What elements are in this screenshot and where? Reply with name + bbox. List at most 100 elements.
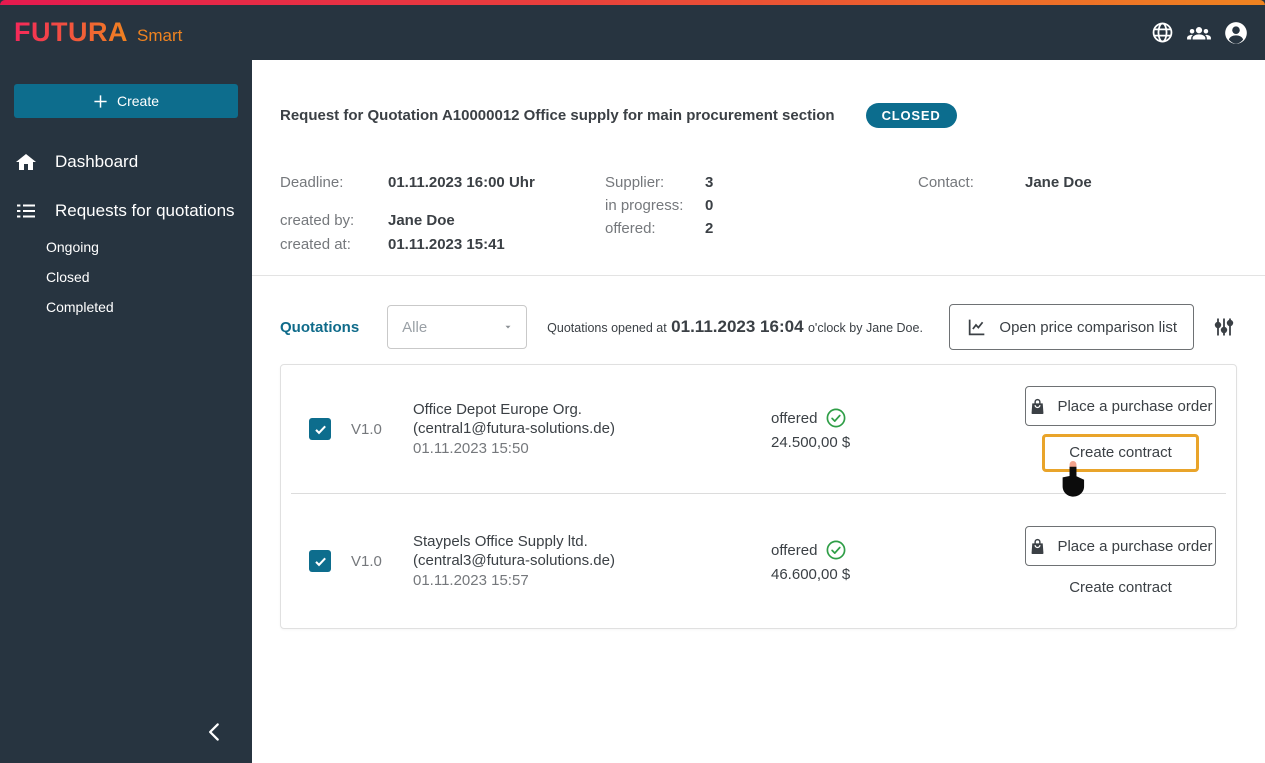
check-icon [314,425,326,434]
top-gradient-strip [0,0,1265,5]
annotation-highlight-box: Create contract [1042,434,1199,472]
opened-suffix: o'clock by Jane Doe. [807,321,923,335]
offer-status: offered [771,407,931,429]
quotations-toolbar: Quotations Alle Quotations opened at 01.… [252,304,1265,350]
supplier-label: Supplier: [605,174,665,191]
row-checkbox-checked[interactable] [309,418,331,440]
create-button[interactable]: Create [14,84,238,118]
sidebar-item-label: Requests for quotations [55,201,235,220]
tune-filter-icon[interactable] [1211,314,1237,340]
created-at-value: 01.11.2023 15:41 [388,236,505,253]
quotation-row: V1.0 Office Depot Europe Org. (central1@… [281,365,1236,497]
row-actions: Place a purchase order Create contract [1025,526,1216,596]
open-price-comparison-button[interactable]: Open price comparison list [949,304,1194,350]
offer-block: offered 24.500,00 $ [771,407,931,451]
open-price-comparison-label: Open price comparison list [999,318,1177,336]
chart-icon [969,319,985,336]
deadline-label: Deadline: [280,174,344,191]
list-icon [14,199,38,223]
place-purchase-order-button[interactable]: Place a purchase order [1025,526,1216,566]
create-contract-button[interactable]: Create contract [1069,444,1172,461]
row-checkbox-checked[interactable] [309,550,331,572]
app-window: FUTURA Smart Create Dashboard Requests f… [0,0,1265,763]
page-title: Request for Quotation A10000012 Office s… [280,107,835,124]
quotation-date: 01.11.2023 15:57 [413,571,529,589]
supplier-email: (central3@futura-solutions.de) [413,552,615,570]
contract-action-wrap: Create contract [1042,434,1199,497]
supplier-name: Office Depot Europe Org. [413,400,582,418]
topbar: FUTURA Smart [0,0,1265,60]
users-icon[interactable] [1186,20,1212,46]
quotation-row: V1.0 Staypels Office Supply ltd. (centra… [281,494,1236,628]
create-contract-button[interactable]: Create contract [1069,579,1172,596]
plus-icon [94,94,107,108]
offer-price: 24.500,00 $ [771,434,851,451]
in-progress-value: 0 [705,197,714,214]
brand-suffix: Smart [136,26,183,45]
detail-row-deadline: Deadline: 01.11.2023 16:00 Uhr [280,174,605,192]
supplier-email: (central1@futura-solutions.de) [413,420,615,438]
row-actions: Place a purchase order Create contract [1025,386,1216,497]
place-purchase-order-label: Place a purchase order [1057,397,1213,415]
offer-block: offered 46.600,00 $ [771,539,931,583]
title-row: Request for Quotation A10000012 Office s… [252,103,1265,128]
detail-row-created-at: created at: 01.11.2023 15:41 [280,236,605,254]
check-icon [314,557,326,566]
created-by-value: Jane Doe [388,212,455,229]
deadline-value: 01.11.2023 16:00 Uhr [388,174,535,191]
quotations-filter-select[interactable]: Alle [387,305,528,349]
quotation-date: 01.11.2023 15:50 [413,439,529,457]
sidebar-item-dashboard[interactable]: Dashboard [0,147,252,177]
offer-status: offered [771,539,931,561]
quotation-version: V1.0 [351,552,382,570]
home-icon [14,150,38,174]
detail-row-in-progress: in progress: 0 [605,197,918,215]
place-purchase-order-button[interactable]: Place a purchase order [1025,386,1216,426]
bag-icon [1032,538,1044,554]
account-circle-icon[interactable] [1223,20,1249,46]
created-at-label: created at: [280,236,351,253]
details-column-contact: Contact: Jane Doe [918,174,1092,254]
chevron-left-icon [208,723,219,741]
offer-price: 46.600,00 $ [771,566,851,583]
offered-value: 2 [705,220,714,237]
create-button-label: Create [116,93,160,109]
quotation-version: V1.0 [351,420,382,438]
sidebar-item-completed[interactable]: Completed [0,295,252,319]
brand-name: FUTURA [14,17,128,47]
sidebar: Create Dashboard Requests for quotations [0,60,252,763]
sidebar-collapse-button[interactable] [198,715,232,749]
created-by-label: created by: [280,212,355,229]
quotations-opened-note: Quotations opened at 01.11.2023 16:04 o'… [547,317,923,337]
offer-status-label: offered [771,409,818,427]
supplier-value: 3 [705,174,714,191]
place-purchase-order-label: Place a purchase order [1057,537,1213,555]
details-section: Deadline: 01.11.2023 16:00 Uhr created b… [252,174,1265,254]
quotations-card: V1.0 Office Depot Europe Org. (central1@… [280,364,1237,629]
check-circle-icon [826,408,846,428]
quotations-section-label: Quotations [280,318,360,336]
detail-row-contact: Contact: Jane Doe [918,174,1092,192]
chevron-down-icon [505,325,511,329]
supplier-name: Staypels Office Supply ltd. [413,532,588,550]
details-column-counts: Supplier: 3 in progress: 0 offered: 2 [605,174,918,254]
supplier-block: Office Depot Europe Org. (central1@futur… [413,400,771,459]
main-content: Request for Quotation A10000012 Office s… [252,60,1265,763]
contact-value: Jane Doe [1025,174,1092,191]
check-circle-icon [826,540,846,560]
offer-status-label: offered [771,541,818,559]
topbar-icons [1149,20,1249,46]
detail-row-offered: offered: 2 [605,220,918,238]
detail-row-supplier: Supplier: 3 [605,174,918,192]
details-column-dates: Deadline: 01.11.2023 16:00 Uhr created b… [280,174,605,254]
brand-logo: FUTURA Smart [14,17,182,48]
status-badge: CLOSED [865,103,957,128]
contact-label: Contact: [918,174,974,191]
section-divider [252,275,1265,276]
supplier-block: Staypels Office Supply ltd. (central3@fu… [413,532,771,591]
in-progress-label: in progress: [605,197,684,214]
globe-icon[interactable] [1149,20,1175,46]
sidebar-item-ongoing[interactable]: Ongoing [0,235,252,259]
sidebar-item-closed[interactable]: Closed [0,265,252,289]
sidebar-item-requests[interactable]: Requests for quotations [0,196,252,226]
